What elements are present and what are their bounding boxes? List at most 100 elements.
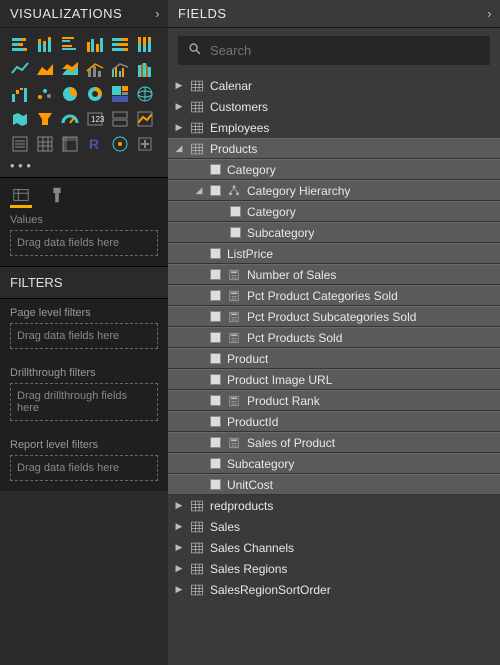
more-visuals-icon[interactable]: • • • — [0, 158, 168, 177]
tree-field-row[interactable]: Product — [168, 348, 500, 369]
field-checkbox[interactable] — [210, 353, 221, 364]
field-checkbox[interactable] — [210, 248, 221, 259]
field-checkbox[interactable] — [210, 437, 221, 448]
gauge-icon[interactable] — [60, 109, 80, 129]
search-input[interactable] — [210, 43, 480, 58]
field-checkbox[interactable] — [210, 458, 221, 469]
ribbon-chart-icon[interactable] — [135, 59, 155, 79]
tree-table-row[interactable]: ▶ redproducts — [168, 495, 500, 516]
tree-table-row[interactable]: ▶ SalesRegionSortOrder — [168, 579, 500, 600]
field-checkbox[interactable] — [230, 227, 241, 238]
tree-caret-icon[interactable]: ▶ — [174, 80, 184, 91]
filter-dropzone[interactable]: Drag drillthrough fields here — [10, 383, 158, 421]
card-icon[interactable]: 123 — [85, 109, 105, 129]
field-checkbox[interactable] — [210, 290, 221, 301]
tree-field-row[interactable]: Pct Product Subcategories Sold — [168, 306, 500, 327]
donut-icon[interactable] — [85, 84, 105, 104]
stacked-bar-icon[interactable] — [10, 34, 30, 54]
tree-field-row[interactable]: ProductId — [168, 411, 500, 432]
field-checkbox[interactable] — [210, 395, 221, 406]
tree-caret-icon[interactable]: ▶ — [174, 122, 184, 133]
field-checkbox[interactable] — [210, 269, 221, 280]
tree-row-label: Product Rank — [247, 394, 320, 408]
tree-table-row[interactable]: ◢ Products — [168, 138, 500, 159]
filters-container: Page level filters Drag data fields here… — [0, 299, 168, 491]
tree-field-row[interactable]: Category — [168, 159, 500, 180]
fields-tab[interactable] — [10, 184, 32, 208]
tree-field-row[interactable]: Pct Product Categories Sold — [168, 285, 500, 306]
import-visual-icon[interactable] — [135, 134, 155, 154]
stacked-area-icon[interactable] — [60, 59, 80, 79]
tree-caret-icon[interactable]: ▶ — [174, 563, 184, 574]
field-checkbox[interactable] — [210, 479, 221, 490]
field-checkbox[interactable] — [210, 416, 221, 427]
format-tab[interactable] — [46, 184, 68, 208]
tree-field-row[interactable]: Pct Products Sold — [168, 327, 500, 348]
tree-field-row[interactable]: Subcategory — [168, 222, 500, 243]
field-checkbox[interactable] — [210, 374, 221, 385]
tree-field-row[interactable]: Subcategory — [168, 453, 500, 474]
field-checkbox[interactable] — [230, 206, 241, 217]
tree-field-row[interactable]: Sales of Product — [168, 432, 500, 453]
hundred-bar-icon[interactable] — [110, 34, 130, 54]
tree-caret-icon[interactable]: ▶ — [174, 584, 184, 595]
tree-caret-icon[interactable]: ◢ — [194, 185, 204, 196]
search-box[interactable] — [178, 36, 490, 65]
tree-field-row[interactable]: ◢ Category Hierarchy — [168, 180, 500, 201]
values-dropzone[interactable]: Drag data fields here — [10, 230, 158, 256]
area-chart-icon[interactable] — [35, 59, 55, 79]
filter-dropzone[interactable]: Drag data fields here — [10, 323, 158, 349]
tree-field-row[interactable]: Product Image URL — [168, 369, 500, 390]
chevron-right-icon[interactable]: › — [487, 6, 492, 21]
tree-table-row[interactable]: ▶ Sales Regions — [168, 558, 500, 579]
tree-caret-icon[interactable]: ▶ — [174, 500, 184, 511]
line-stacked-column-icon[interactable] — [85, 59, 105, 79]
chevron-right-icon[interactable]: › — [155, 6, 160, 21]
pie-icon[interactable] — [60, 84, 80, 104]
filled-map-icon[interactable] — [10, 109, 30, 129]
tree-row-label: ListPrice — [227, 247, 273, 261]
tree-table-row[interactable]: ▶ Customers — [168, 96, 500, 117]
calc-icon — [227, 310, 241, 324]
calc-icon — [227, 289, 241, 303]
field-checkbox[interactable] — [210, 311, 221, 322]
field-checkbox[interactable] — [210, 332, 221, 343]
tree-table-row[interactable]: ▶ Sales Channels — [168, 537, 500, 558]
tree-field-row[interactable]: ListPrice — [168, 243, 500, 264]
waterfall-icon[interactable] — [10, 84, 30, 104]
filter-dropzone[interactable]: Drag data fields here — [10, 455, 158, 481]
table-icon[interactable] — [35, 134, 55, 154]
slicer-icon[interactable] — [10, 134, 30, 154]
format-tabs — [0, 177, 168, 208]
clustered-bar-icon[interactable] — [60, 34, 80, 54]
tree-field-row[interactable]: UnitCost — [168, 474, 500, 495]
hundred-column-icon[interactable] — [135, 34, 155, 54]
tree-caret-icon[interactable]: ▶ — [174, 521, 184, 532]
kpi-icon[interactable] — [135, 109, 155, 129]
tree-row-label: ProductId — [227, 415, 278, 429]
map-icon[interactable] — [135, 84, 155, 104]
tree-field-row[interactable]: Category — [168, 201, 500, 222]
stacked-column-icon[interactable] — [35, 34, 55, 54]
funnel-icon[interactable] — [35, 109, 55, 129]
r-visual-icon[interactable]: R — [85, 134, 105, 154]
line-chart-icon[interactable] — [10, 59, 30, 79]
tree-field-row[interactable]: Number of Sales — [168, 264, 500, 285]
clustered-column-icon[interactable] — [85, 34, 105, 54]
multirow-card-icon[interactable] — [110, 109, 130, 129]
matrix-icon[interactable] — [60, 134, 80, 154]
tree-table-row[interactable]: ▶ Calenar — [168, 75, 500, 96]
tree-caret-icon[interactable]: ▶ — [174, 542, 184, 553]
arcgis-icon[interactable] — [110, 134, 130, 154]
tree-field-row[interactable]: Product Rank — [168, 390, 500, 411]
field-checkbox[interactable] — [210, 185, 221, 196]
scatter-icon[interactable] — [35, 84, 55, 104]
tree-caret-icon[interactable]: ◢ — [174, 143, 184, 154]
tree-caret-icon[interactable]: ▶ — [174, 101, 184, 112]
tree-row-label: SalesRegionSortOrder — [210, 583, 331, 597]
treemap-icon[interactable] — [110, 84, 130, 104]
field-checkbox[interactable] — [210, 164, 221, 175]
line-clustered-column-icon[interactable] — [110, 59, 130, 79]
tree-table-row[interactable]: ▶ Employees — [168, 117, 500, 138]
tree-table-row[interactable]: ▶ Sales — [168, 516, 500, 537]
